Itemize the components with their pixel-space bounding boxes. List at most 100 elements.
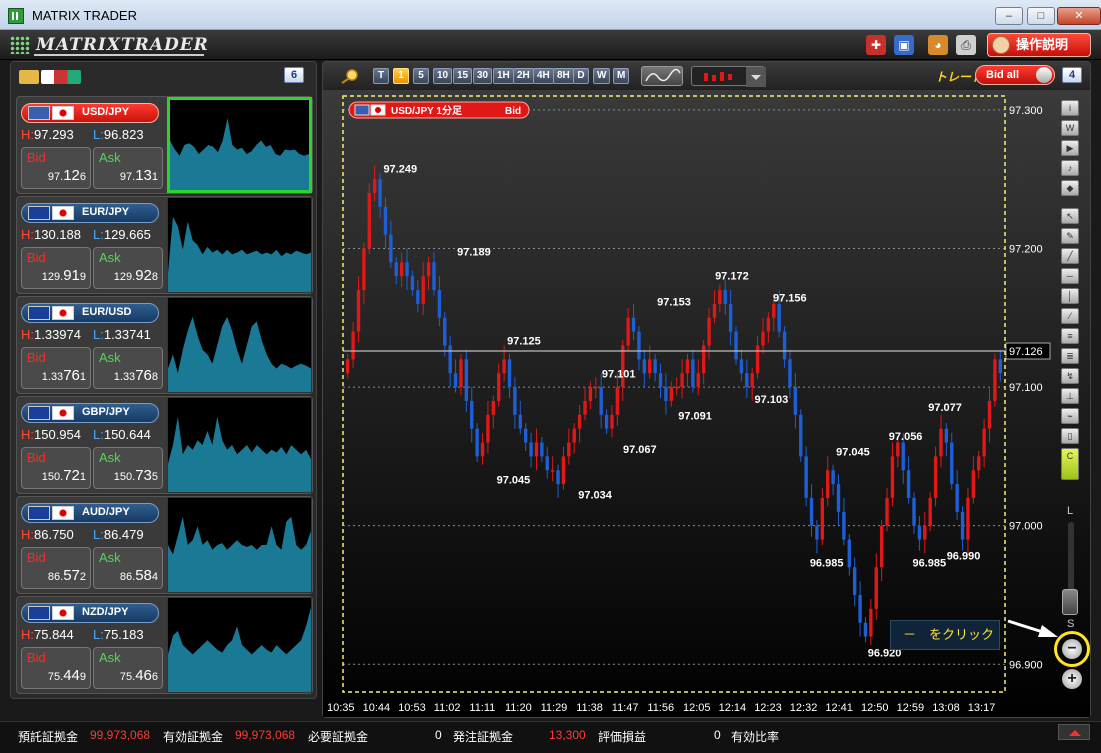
magnify-icon[interactable] [339, 68, 361, 84]
x-tick-label: 11:56 [647, 702, 674, 714]
sparkline-svg [168, 316, 311, 392]
candle-body [912, 497, 916, 526]
sparkline-chart[interactable] [167, 597, 312, 693]
vertical-line-icon[interactable]: │ [1061, 288, 1079, 304]
ask-button[interactable]: Ask 129.928 [93, 247, 163, 289]
timeframe-button[interactable]: 4H [533, 68, 554, 84]
image-icon[interactable]: ◆ [1061, 180, 1079, 196]
color-icon[interactable]: C [1061, 448, 1079, 480]
timeframe-button[interactable]: M [613, 68, 630, 84]
zoom-out-button[interactable]: − [1062, 639, 1082, 659]
trend-line-icon[interactable]: ╱ [1061, 248, 1079, 264]
trash-icon[interactable]: ▯ [1061, 428, 1079, 444]
pair-card[interactable]: GBP/JPY H:150.954 L:150.644 Bid 150.721 … [16, 396, 313, 494]
indicator-wave-button[interactable] [641, 66, 683, 86]
maximize-button[interactable]: □ [1027, 7, 1055, 25]
timeframe-button[interactable]: 1 [393, 68, 409, 84]
timeframe-button[interactable]: 30 [473, 68, 493, 84]
grid-lines-icon[interactable]: ≣ [1061, 348, 1079, 364]
info-icon[interactable]: i [1061, 100, 1079, 116]
candle-body [685, 359, 690, 374]
timeframe-button[interactable]: 2H [513, 68, 534, 84]
pencil-icon[interactable]: ✎ [1061, 228, 1079, 244]
zoom-in-button[interactable]: + [1062, 669, 1082, 689]
bid-button[interactable]: Bid 129.919 [21, 247, 91, 289]
minimize-button[interactable]: – [995, 7, 1023, 25]
candle-body [588, 387, 593, 401]
bid-all-toggle[interactable]: Bid all [975, 65, 1055, 85]
wave-icon[interactable]: W [1061, 120, 1079, 136]
candle-body [761, 331, 765, 346]
low-price: L:75.183 [93, 627, 144, 642]
bid-button[interactable]: Bid 86.572 [21, 547, 91, 589]
pair-card[interactable]: EUR/USD H:1.33974 L:1.33741 Bid 1.33761 … [16, 296, 313, 394]
bid-button[interactable]: Bid 1.33761 [21, 347, 91, 389]
sparkline-chart[interactable] [167, 197, 312, 293]
low-price: L:150.644 [93, 427, 151, 442]
palette-icon[interactable]: ◕ [928, 35, 948, 55]
pitchfork-icon[interactable]: ↯ [1061, 368, 1079, 384]
channel-icon[interactable]: ≡ [1061, 328, 1079, 344]
fib-icon[interactable]: ⁄ [1061, 308, 1079, 324]
close-button[interactable]: ✕ [1057, 7, 1101, 25]
sparkline-chart[interactable] [167, 397, 312, 493]
chart-count-badge[interactable]: 4 [1062, 67, 1082, 83]
pair-card[interactable]: USD/JPY H:97.293 L:96.823 Bid 97.126 Ask… [16, 96, 313, 194]
pair-card[interactable]: EUR/JPY H:130.188 L:129.665 Bid 129.919 … [16, 196, 313, 294]
y-tick-label: 97.100 [1009, 382, 1043, 394]
pair-name-tag[interactable]: AUD/JPY [21, 503, 159, 523]
pair-count-badge[interactable]: 6 [284, 67, 304, 83]
bid-button[interactable]: Bid 97.126 [21, 147, 91, 189]
pair-name-tag[interactable]: NZD/JPY [21, 603, 159, 623]
zoom-slider-thumb[interactable] [1062, 589, 1078, 615]
chart-type-select[interactable] [691, 66, 766, 87]
chart-usd-flag-icon [354, 104, 370, 116]
horizontal-line-icon[interactable]: ─ [1061, 268, 1079, 284]
price-annotation: 97.153 [657, 297, 691, 309]
candle-body [890, 456, 895, 498]
pair-card[interactable]: AUD/JPY H:86.750 L:86.479 Bid 86.572 Ask… [16, 496, 313, 594]
ask-button[interactable]: Ask 1.33768 [93, 347, 163, 389]
app-logo: MATRIXTRADER [10, 33, 208, 57]
bid-button[interactable]: Bid 150.721 [21, 447, 91, 489]
ask-button[interactable]: Ask 97.131 [93, 147, 163, 189]
candle-body [534, 442, 539, 457]
flag-icon[interactable]: ▶ [1061, 140, 1079, 156]
candle-body [550, 470, 555, 472]
level-icon[interactable]: ⊥ [1061, 388, 1079, 404]
bell-icon[interactable]: ♪ [1061, 160, 1079, 176]
sparkline-chart[interactable] [167, 297, 312, 393]
timeframe-button[interactable]: 15 [453, 68, 473, 84]
ask-button[interactable]: Ask 86.584 [93, 547, 163, 589]
candle-body [755, 345, 760, 374]
timeframe-button[interactable]: W [593, 68, 611, 84]
price-annotation: 97.067 [623, 444, 657, 456]
timeframe-button[interactable]: 8H [553, 68, 574, 84]
sparkline-chart[interactable] [167, 497, 312, 593]
pair-name-tag[interactable]: EUR/USD [21, 303, 159, 323]
cursor-icon[interactable]: ↖ [1061, 208, 1079, 224]
bid-button[interactable]: Bid 75.449 [21, 647, 91, 689]
folder-icon[interactable] [19, 70, 39, 84]
status-expand-button[interactable] [1058, 724, 1090, 740]
timeframe-button[interactable]: T [373, 68, 389, 84]
save-icon[interactable]: ▣ [894, 35, 914, 55]
timeframe-button[interactable]: D [573, 68, 589, 84]
timeframe-button[interactable]: 5 [413, 68, 429, 84]
pair-card[interactable]: NZD/JPY H:75.844 L:75.183 Bid 75.449 Ask… [16, 596, 313, 694]
help-button[interactable]: 操作説明 [987, 33, 1091, 57]
timeframe-button[interactable]: 1H [493, 68, 514, 84]
timeframe-button[interactable]: 10 [433, 68, 453, 84]
pair-name-tag[interactable]: USD/JPY [21, 103, 159, 123]
first-aid-icon[interactable]: ✚ [866, 35, 886, 55]
candle-body [399, 262, 404, 277]
ask-button[interactable]: Ask 75.466 [93, 647, 163, 689]
sparkline-chart[interactable] [167, 97, 312, 193]
candle-body [426, 262, 431, 277]
pair-name-tag[interactable]: GBP/JPY [21, 403, 159, 423]
eraser-icon[interactable]: ⌁ [1061, 408, 1079, 424]
pair-name-tag[interactable]: EUR/JPY [21, 203, 159, 223]
print-icon[interactable]: ⎙ [956, 35, 976, 55]
ask-button[interactable]: Ask 150.735 [93, 447, 163, 489]
sparkline-svg [168, 416, 311, 492]
